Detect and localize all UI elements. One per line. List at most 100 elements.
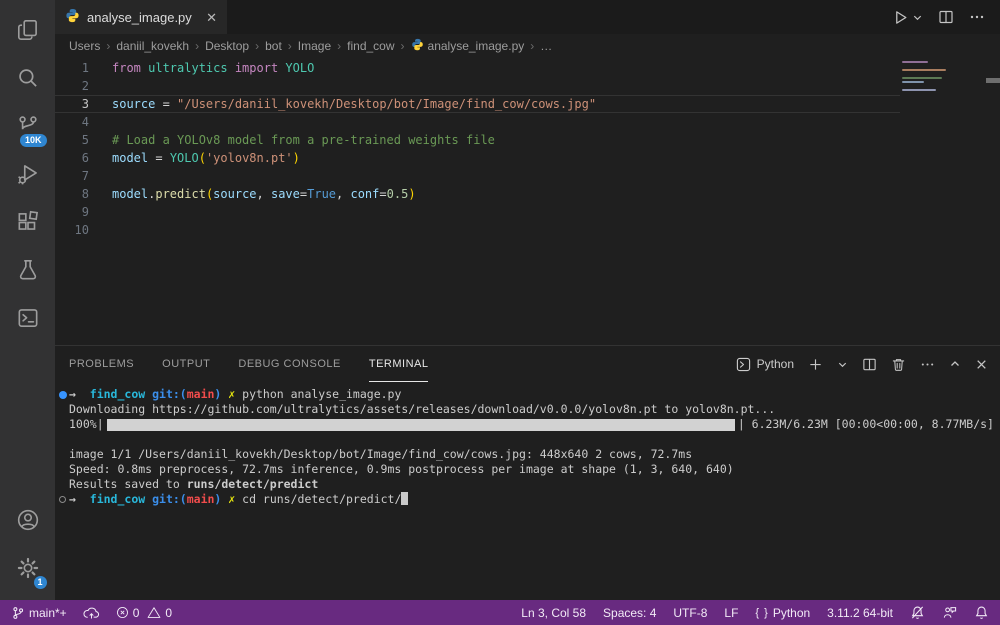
- status-bar: main*+ 0 0 Ln 3, Col 58 Spaces: 4 UTF-8 …: [0, 600, 1000, 625]
- breadcrumb-separator: ›: [255, 39, 259, 53]
- do-not-disturb-button[interactable]: [910, 605, 925, 620]
- settings-badge: 1: [34, 576, 47, 589]
- tab-close-icon[interactable]: ✕: [206, 11, 217, 24]
- breadcrumb-item-file[interactable]: analyse_image.py: [411, 38, 525, 54]
- terminal-text: main: [187, 387, 215, 401]
- notifications-button[interactable]: [974, 605, 989, 620]
- git-branch-status[interactable]: main*+: [11, 606, 67, 620]
- panel-tab-debug-console[interactable]: DEBUG CONSOLE: [238, 346, 340, 382]
- terminal-line: → find_cow git:(main) ✗ cd runs/detect/p…: [69, 492, 994, 507]
- code-line-8[interactable]: 8model.predict(source, save=True, conf=0…: [55, 185, 900, 203]
- terminal-text: Downloading https://github.com/ultralyti…: [69, 402, 775, 416]
- feedback-button[interactable]: [942, 605, 957, 620]
- line-number: 7: [55, 167, 89, 185]
- encoding-status[interactable]: UTF-8: [673, 606, 707, 620]
- errors-icon: [116, 606, 129, 619]
- command-decoration-success-icon[interactable]: [59, 391, 67, 399]
- terminal-text: Speed: 0.8ms preprocess, 72.7ms inferenc…: [69, 462, 734, 476]
- terminal-line: Results saved to runs/detect/predict: [69, 477, 994, 492]
- terminal-text: find_cow: [90, 492, 152, 506]
- breadcrumb-item[interactable]: bot: [265, 39, 282, 53]
- terminal-text: find_cow: [90, 387, 152, 401]
- terminal-output[interactable]: → find_cow git:(main) ✗ python analyse_i…: [55, 382, 1000, 600]
- panel-header: PROBLEMS OUTPUT DEBUG CONSOLE TERMINAL Pyth…: [55, 346, 1000, 382]
- run-python-file-button[interactable]: [892, 9, 909, 26]
- code-line-7[interactable]: 7: [55, 167, 900, 185]
- terminal-line: Speed: 0.8ms preprocess, 72.7ms inferenc…: [69, 462, 994, 477]
- editor-group: analyse_image.py ✕: [55, 0, 1000, 600]
- panel-tab-problems[interactable]: PROBLEMS: [69, 346, 134, 382]
- run-debug-icon[interactable]: [4, 150, 52, 198]
- more-actions-icon[interactable]: [969, 9, 985, 25]
- code-line-4[interactable]: 4: [55, 113, 900, 131]
- breadcrumb-item[interactable]: find_cow: [347, 39, 394, 53]
- line-number: 8: [55, 185, 89, 203]
- breadcrumb-item[interactable]: Desktop: [205, 39, 249, 53]
- code-line-5[interactable]: 5# Load a YOLOv8 model from a pre-traine…: [55, 131, 900, 149]
- eol-label: LF: [724, 606, 738, 620]
- terminal-shell-selector[interactable]: Python: [736, 357, 794, 372]
- code-text: from ultralytics import YOLO: [112, 59, 314, 77]
- branch-label: main*+: [29, 606, 67, 620]
- accounts-icon[interactable]: [4, 496, 52, 544]
- line-number: 1: [55, 59, 89, 77]
- minimap[interactable]: [902, 61, 948, 91]
- panel-toolbar: Python: [736, 357, 988, 372]
- breadcrumb-separator: ›: [288, 39, 292, 53]
- split-terminal-icon[interactable]: [862, 357, 877, 372]
- explorer-icon[interactable]: [4, 6, 52, 54]
- minimap-line: [902, 61, 928, 63]
- source-control-icon[interactable]: 10K: [4, 102, 52, 150]
- code-line-2[interactable]: 2: [55, 77, 900, 95]
- panel-tab-terminal[interactable]: TERMINAL: [369, 346, 429, 382]
- kill-terminal-trash-icon[interactable]: [891, 357, 906, 372]
- breadcrumb-item[interactable]: daniil_kovekh: [116, 39, 189, 53]
- search-icon[interactable]: [4, 54, 52, 102]
- code-lines: 1 from ultralytics import YOLO23source = …: [55, 59, 900, 239]
- settings-gear-icon[interactable]: 1: [4, 544, 52, 592]
- extensions-icon[interactable]: [4, 198, 52, 246]
- git-branch-icon: [11, 606, 25, 620]
- panel-tab-output[interactable]: OUTPUT: [162, 346, 210, 382]
- code-line-6[interactable]: 6model = YOLO('yolov8n.pt'): [55, 149, 900, 167]
- eol-status[interactable]: LF: [724, 606, 738, 620]
- code-line-10[interactable]: 10: [55, 221, 900, 239]
- indentation-status[interactable]: Spaces: 4: [603, 606, 656, 620]
- code-line-9[interactable]: 9: [55, 203, 900, 221]
- breadcrumb-separator: ›: [530, 39, 534, 53]
- tab-analyse-image[interactable]: analyse_image.py ✕: [55, 0, 227, 34]
- new-terminal-icon[interactable]: [808, 357, 823, 372]
- terminal-dropdown-chevron-icon[interactable]: [837, 359, 848, 370]
- close-panel-icon[interactable]: [975, 358, 988, 371]
- breadcrumb-item[interactable]: Users: [69, 39, 100, 53]
- command-decoration-pending-icon[interactable]: [59, 496, 66, 503]
- publish-changes-button[interactable]: [83, 606, 100, 620]
- cursor-position-status[interactable]: Ln 3, Col 58: [521, 606, 586, 620]
- terminal-text: git:(: [152, 387, 187, 401]
- code-editor[interactable]: 1 from ultralytics import YOLO23source = …: [55, 57, 1000, 345]
- maximize-panel-chevron-icon[interactable]: [949, 358, 961, 370]
- language-mode-status[interactable]: { } Python: [755, 606, 810, 620]
- breadcrumb-separator: ›: [195, 39, 199, 53]
- breadcrumb-item[interactable]: Image: [298, 39, 331, 53]
- spaces-label: Spaces: 4: [603, 606, 656, 620]
- terminal-text: →: [69, 492, 90, 506]
- code-line-1[interactable]: 1 from ultralytics import YOLO: [55, 59, 900, 77]
- terminal-text: →: [69, 387, 90, 401]
- terminal-text: ✗: [228, 387, 242, 401]
- terminal-cursor: [401, 492, 408, 505]
- terminal-text: cd runs/detect/predict/: [242, 492, 401, 506]
- python-file-icon: [411, 38, 424, 54]
- run-dropdown-chevron-icon[interactable]: [912, 12, 923, 23]
- testing-icon[interactable]: [4, 246, 52, 294]
- code-line-3[interactable]: 3source = "/Users/daniil_kovekh/Desktop/…: [55, 95, 900, 113]
- breadcrumb-item-more[interactable]: …: [540, 39, 552, 53]
- terminal-panel-icon[interactable]: [4, 294, 52, 342]
- activity-bar: 10K: [0, 0, 55, 600]
- problems-status[interactable]: 0 0: [116, 606, 172, 620]
- panel-more-actions-icon[interactable]: [920, 357, 935, 372]
- python-interpreter-status[interactable]: 3.11.2 64-bit: [827, 606, 893, 620]
- line-number: 3: [55, 95, 89, 113]
- terminal-icon: [736, 357, 751, 372]
- split-editor-icon[interactable]: [938, 9, 954, 25]
